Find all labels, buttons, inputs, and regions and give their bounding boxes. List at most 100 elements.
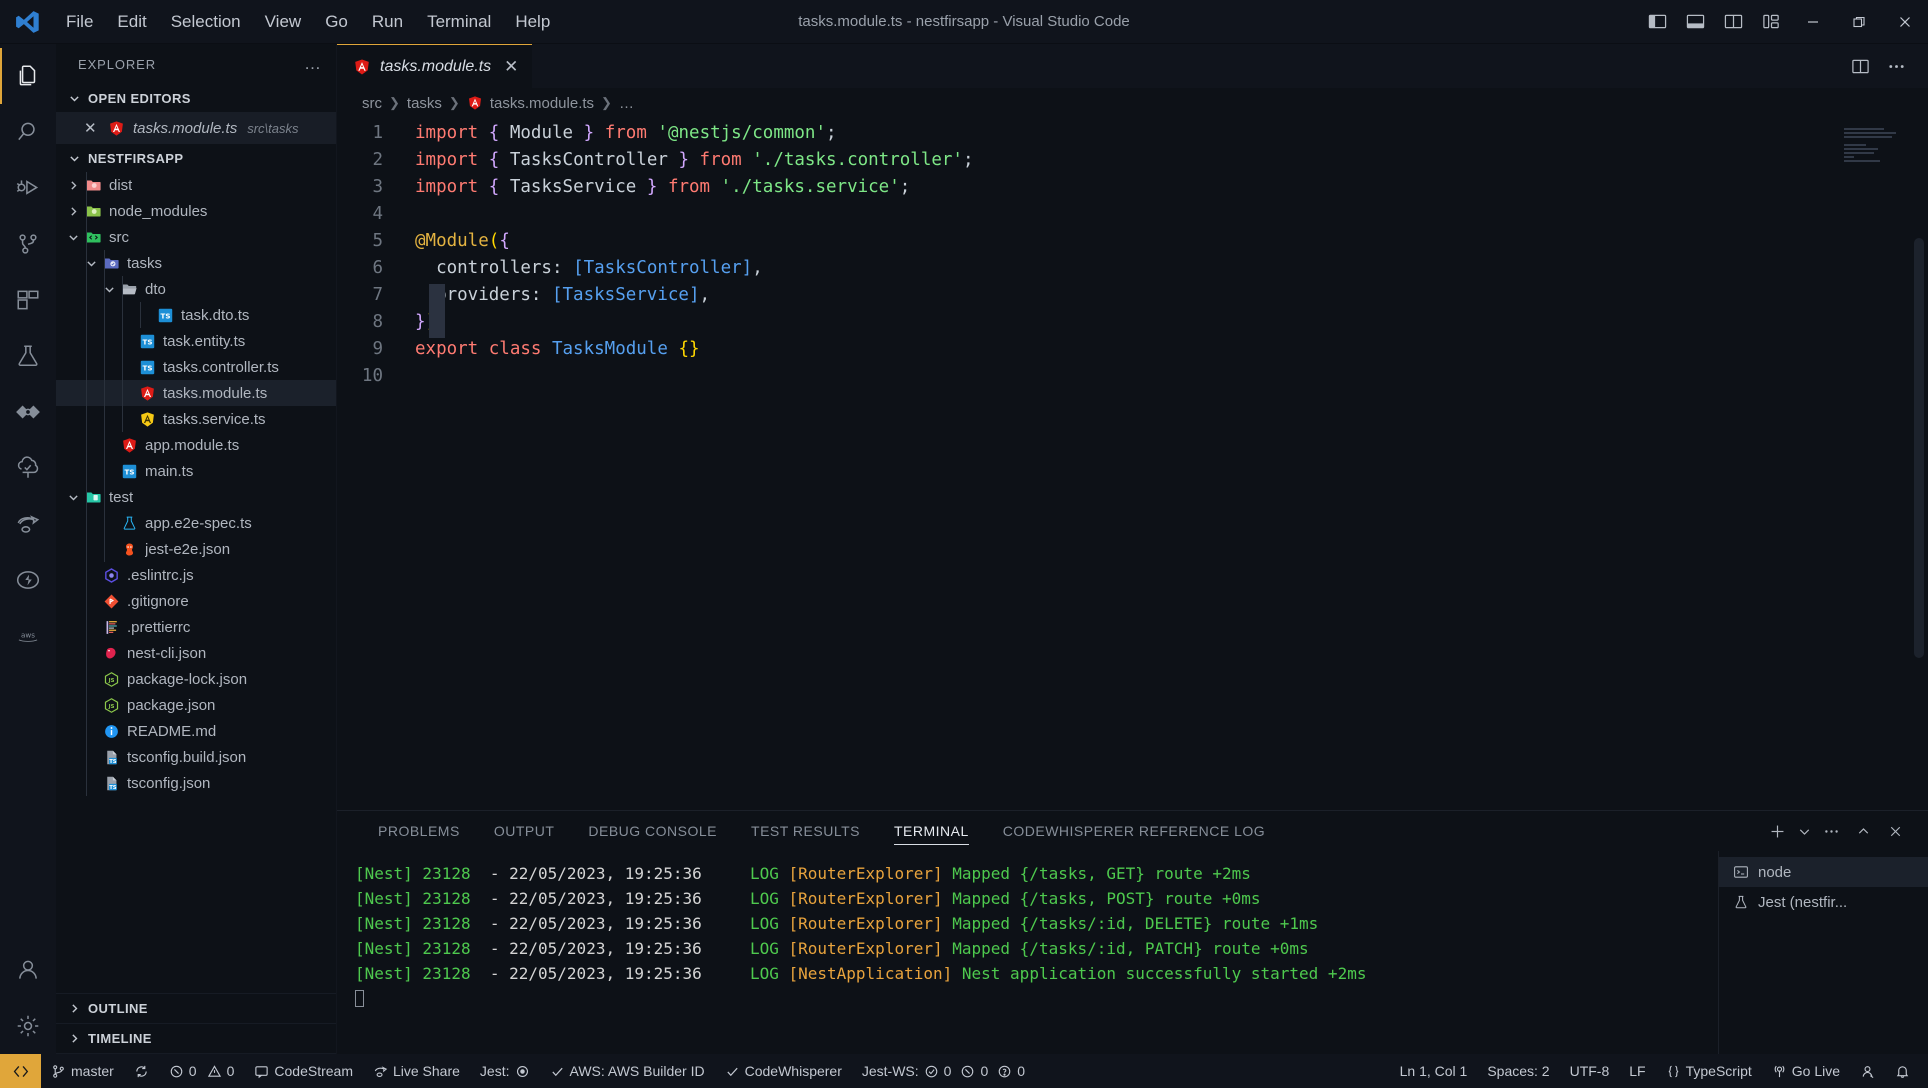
status-sync[interactable] [124,1054,159,1088]
tab-debug-console[interactable]: DEBUG CONSOLE [571,811,734,851]
activity-testing[interactable] [0,328,56,384]
tree-item-jest-e2e-json[interactable]: jest-e2e.json [56,536,336,562]
close-icon[interactable]: ✕ [84,119,99,137]
tree-item-app-e2e-spec-ts[interactable]: app.e2e-spec.ts [56,510,336,536]
terminal-instance-node[interactable]: node [1719,857,1928,887]
breadcrumb-tasks[interactable]: tasks [407,95,442,112]
tree-item-dto[interactable]: dto [56,276,336,302]
activity-search[interactable] [0,104,56,160]
tab-close-icon[interactable]: ✕ [504,57,518,77]
chevron-down-icon[interactable] [64,492,82,503]
status-jest-ws[interactable]: Jest-WS: 0 0 0 [852,1054,1035,1088]
activity-accounts[interactable] [0,942,56,998]
section-outline[interactable]: OUTLINE [56,994,336,1024]
tree-item-dist[interactable]: dist [56,172,336,198]
tab-tasks-module-ts[interactable]: tasks.module.ts ✕ [337,44,533,88]
tree-item-task-entity-ts[interactable]: TS task.entity.ts [56,328,336,354]
tree-item-src[interactable]: src [56,224,336,250]
chevron-right-icon[interactable] [64,206,82,217]
tree-item-main-ts[interactable]: TS main.ts [56,458,336,484]
section-timeline[interactable]: TIMELINE [56,1024,336,1054]
menu-help[interactable]: Help [503,8,562,36]
menu-go[interactable]: Go [313,8,360,36]
activity-extensions[interactable] [0,272,56,328]
open-editor-item[interactable]: ✕ tasks.module.ts src\tasks [56,112,336,144]
close-panel-icon[interactable] [1880,816,1910,846]
status-notifications[interactable] [1885,1054,1928,1088]
menu-file[interactable]: File [54,8,105,36]
close-icon[interactable] [1882,0,1928,43]
menu-selection[interactable]: Selection [159,8,253,36]
menu-terminal[interactable]: Terminal [415,8,503,36]
menu-edit[interactable]: Edit [105,8,158,36]
maximize-panel-icon[interactable] [1848,816,1878,846]
activity-codewhisperer[interactable] [0,384,56,440]
activity-settings-gear-icon[interactable] [0,998,56,1054]
terminal-instance-jest[interactable]: Jest (nestfir... [1719,887,1928,917]
code-editor[interactable]: 1 2 3 4 5 6 7 8 9 10 import { Module } from '@nes… [337,118,1928,810]
chevron-down-icon[interactable] [64,232,82,243]
status-language-mode[interactable]: TypeScript [1656,1054,1762,1088]
minimap[interactable] [1844,124,1906,164]
chevron-right-icon[interactable] [64,180,82,191]
tree-item-tasks[interactable]: tasks [56,250,336,276]
activity-aws-toolkit[interactable]: aws [0,608,56,664]
tree-item-node-modules[interactable]: node_modules [56,198,336,224]
status-go-live[interactable]: Go Live [1762,1054,1850,1088]
sidebar-more-actions-icon[interactable]: … [304,55,322,72]
tree-item--prettierrc[interactable]: .prettierrc [56,614,336,640]
status-accounts[interactable] [1850,1054,1885,1088]
tree-item-tsconfig-build-json[interactable]: TS tsconfig.build.json [56,744,336,770]
section-workspace[interactable]: NESTFIRSAPP [56,144,336,172]
tree-item-tasks-controller-ts[interactable]: TS tasks.controller.ts [56,354,336,380]
activity-live-share[interactable] [0,496,56,552]
tree-item-tsconfig-json[interactable]: TS tsconfig.json [56,770,336,796]
editor-more-actions-icon[interactable] [1880,50,1912,82]
menu-run[interactable]: Run [360,8,415,36]
minimize-icon[interactable] [1790,0,1836,43]
toggle-secondary-sidebar-icon[interactable] [1714,0,1752,43]
section-open-editors[interactable]: OPEN EDITORS [56,84,336,112]
terminal-output[interactable]: [Nest] 23128 - 22/05/2023, 19:25:36 LOG … [337,851,1718,1054]
remote-window-indicator[interactable] [0,1054,41,1088]
tree-item-nest-cli-json[interactable]: nest-cli.json [56,640,336,666]
tree-item-package-json[interactable]: JS package.json [56,692,336,718]
status-eol[interactable]: LF [1619,1054,1655,1088]
chevron-down-icon[interactable] [82,258,100,269]
tab-codewhisperer-reference-log[interactable]: CODEWHISPERER REFERENCE LOG [986,811,1282,851]
activity-source-control[interactable] [0,216,56,272]
tab-terminal[interactable]: TERMINAL [877,811,986,851]
tree-item-tasks-module-ts[interactable]: tasks.module.ts [56,380,336,406]
toggle-panel-icon[interactable] [1676,0,1714,43]
activity-explorer[interactable] [0,48,56,104]
breadcrumb-symbols[interactable]: … [619,95,634,112]
status-indentation[interactable]: Spaces: 2 [1477,1054,1559,1088]
activity-thunder-client[interactable] [0,552,56,608]
tree-item--gitignore[interactable]: .gitignore [56,588,336,614]
status-branch[interactable]: master [41,1054,124,1088]
status-cursor-position[interactable]: Ln 1, Col 1 [1390,1054,1478,1088]
chevron-down-icon[interactable] [100,284,118,295]
code-content[interactable]: import { Module } from '@nestjs/common';… [399,120,1928,390]
panel-more-actions-icon[interactable] [1816,816,1846,846]
status-problems[interactable]: 0 0 [159,1054,245,1088]
breadcrumb-file[interactable]: tasks.module.ts [490,95,594,112]
menu-view[interactable]: View [253,8,314,36]
terminal-dropdown-icon[interactable] [1794,816,1814,846]
status-jest[interactable]: Jest: [470,1054,540,1088]
status-live-share[interactable]: Live Share [363,1054,470,1088]
tab-problems[interactable]: PROBLEMS [361,811,477,851]
editor-scrollbar[interactable] [1914,238,1924,658]
split-editor-icon[interactable] [1844,50,1876,82]
tree-item--eslintrc-js[interactable]: .eslintrc.js [56,562,336,588]
status-aws[interactable]: AWS: AWS Builder ID [540,1054,715,1088]
customize-layout-icon[interactable] [1752,0,1790,43]
tab-test-results[interactable]: TEST RESULTS [734,811,877,851]
tree-item-app-module-ts[interactable]: app.module.ts [56,432,336,458]
breadcrumb-src[interactable]: src [362,95,382,112]
new-terminal-icon[interactable] [1762,816,1792,846]
status-codewhisperer[interactable]: CodeWhisperer [715,1054,852,1088]
tree-item-test[interactable]: test [56,484,336,510]
activity-codestream[interactable] [0,440,56,496]
status-encoding[interactable]: UTF-8 [1560,1054,1620,1088]
